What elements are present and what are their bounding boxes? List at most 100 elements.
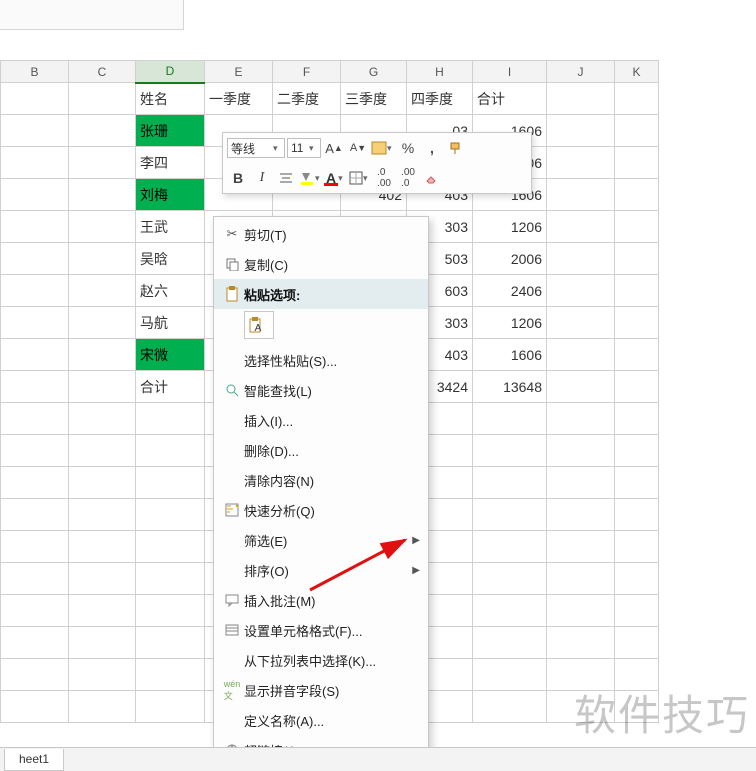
cell[interactable] <box>473 595 547 627</box>
cell[interactable] <box>547 499 615 531</box>
cell[interactable] <box>1 659 69 691</box>
cell[interactable] <box>615 339 659 371</box>
increase-font-icon[interactable]: A▲ <box>323 137 345 159</box>
cell[interactable] <box>547 435 615 467</box>
cell[interactable] <box>69 691 136 723</box>
cell[interactable] <box>136 691 205 723</box>
cell[interactable] <box>1 435 69 467</box>
cell[interactable] <box>473 403 547 435</box>
menu-cut[interactable]: ✂ 剪切(T) <box>214 219 428 249</box>
name-cell[interactable]: 刘梅 <box>136 179 205 211</box>
cell[interactable] <box>69 275 136 307</box>
sheet-tab[interactable]: heet1 <box>4 749 64 771</box>
cell[interactable] <box>136 531 205 563</box>
header-cell-3[interactable]: 一季度 <box>205 83 273 115</box>
cell[interactable] <box>1 179 69 211</box>
sum-cell[interactable]: 2006 <box>473 243 547 275</box>
cell[interactable] <box>1 115 69 147</box>
font-color-icon[interactable]: A ▾ <box>325 167 347 189</box>
cell[interactable] <box>547 627 615 659</box>
borders-icon[interactable]: ▾ <box>349 167 371 189</box>
sum-cell[interactable]: 1206 <box>473 307 547 339</box>
cell[interactable] <box>69 435 136 467</box>
cell[interactable] <box>547 83 615 115</box>
cell[interactable] <box>615 115 659 147</box>
cell[interactable] <box>136 659 205 691</box>
font-family-select[interactable]: 等线 ▾ <box>227 138 285 158</box>
name-cell[interactable]: 合计 <box>136 371 205 403</box>
cell[interactable] <box>547 595 615 627</box>
increase-decimal-icon[interactable]: .0.00 <box>373 167 395 189</box>
fill-color-icon[interactable]: ▾ <box>299 167 323 189</box>
cell[interactable] <box>69 339 136 371</box>
comma-style-icon[interactable]: , <box>421 137 443 159</box>
chevron-down-icon[interactable]: ▾ <box>273 143 281 154</box>
column-header-E[interactable]: E <box>205 61 273 83</box>
cell[interactable] <box>547 403 615 435</box>
cell[interactable] <box>547 371 615 403</box>
cell[interactable] <box>136 403 205 435</box>
menu-sort[interactable]: 排序(O) ▶ <box>214 555 428 585</box>
cell[interactable] <box>615 499 659 531</box>
cell[interactable] <box>615 627 659 659</box>
cell[interactable] <box>69 467 136 499</box>
menu-copy[interactable]: 复制(C) <box>214 249 428 279</box>
cell[interactable] <box>615 179 659 211</box>
cell[interactable] <box>1 83 69 115</box>
menu-format-cells[interactable]: 设置单元格格式(F)... <box>214 615 428 645</box>
sum-cell[interactable]: 1206 <box>473 211 547 243</box>
cell[interactable] <box>473 563 547 595</box>
cell[interactable] <box>1 371 69 403</box>
column-header-B[interactable]: B <box>1 61 69 83</box>
percent-icon[interactable]: % <box>397 137 419 159</box>
cell[interactable] <box>615 531 659 563</box>
cell[interactable] <box>547 147 615 179</box>
sum-cell[interactable]: 13648 <box>473 371 547 403</box>
cell[interactable] <box>69 403 136 435</box>
cell[interactable] <box>547 531 615 563</box>
cell[interactable] <box>1 467 69 499</box>
cell[interactable] <box>615 403 659 435</box>
column-header-G[interactable]: G <box>341 61 407 83</box>
font-size-select[interactable]: 11 ▾ <box>287 138 321 158</box>
mini-toolbar[interactable]: 等线 ▾ 11 ▾ A▲ A▼ ▾ % , B I ▾ A ▾ <box>222 132 532 194</box>
cell[interactable] <box>473 627 547 659</box>
column-header-J[interactable]: J <box>547 61 615 83</box>
cell[interactable] <box>69 243 136 275</box>
cell[interactable] <box>615 307 659 339</box>
chevron-down-icon[interactable]: ▾ <box>309 143 317 154</box>
bold-button[interactable]: B <box>227 167 249 189</box>
cell[interactable] <box>69 531 136 563</box>
cell[interactable] <box>615 435 659 467</box>
cell[interactable] <box>547 339 615 371</box>
column-header-I[interactable]: I <box>473 61 547 83</box>
menu-show-pinyin[interactable]: wén文 显示拼音字段(S) <box>214 675 428 705</box>
menu-paste-special[interactable]: 选择性粘贴(S)... <box>214 345 428 375</box>
cell[interactable] <box>473 531 547 563</box>
cell[interactable] <box>136 595 205 627</box>
header-cell-5[interactable]: 三季度 <box>341 83 407 115</box>
cell[interactable] <box>69 627 136 659</box>
italic-button[interactable]: I <box>251 167 273 189</box>
sum-cell[interactable]: 1606 <box>473 339 547 371</box>
cell[interactable] <box>547 467 615 499</box>
menu-insert-comment[interactable]: 插入批注(M) <box>214 585 428 615</box>
menu-define-name[interactable]: 定义名称(A)... <box>214 705 428 735</box>
menu-quick-analysis[interactable]: 快速分析(Q) <box>214 495 428 525</box>
cell[interactable] <box>1 403 69 435</box>
menu-pick-from-list[interactable]: 从下拉列表中选择(K)... <box>214 645 428 675</box>
cell[interactable] <box>1 339 69 371</box>
name-cell[interactable]: 吴晗 <box>136 243 205 275</box>
cell[interactable] <box>69 595 136 627</box>
cell[interactable] <box>615 211 659 243</box>
column-header-D[interactable]: D <box>136 61 205 83</box>
cell[interactable] <box>615 275 659 307</box>
sum-cell[interactable]: 2406 <box>473 275 547 307</box>
cell[interactable] <box>1 627 69 659</box>
cell[interactable] <box>615 147 659 179</box>
cell[interactable] <box>615 371 659 403</box>
cell[interactable] <box>1 243 69 275</box>
cell[interactable] <box>473 499 547 531</box>
cell[interactable] <box>69 563 136 595</box>
column-header-H[interactable]: H <box>407 61 473 83</box>
